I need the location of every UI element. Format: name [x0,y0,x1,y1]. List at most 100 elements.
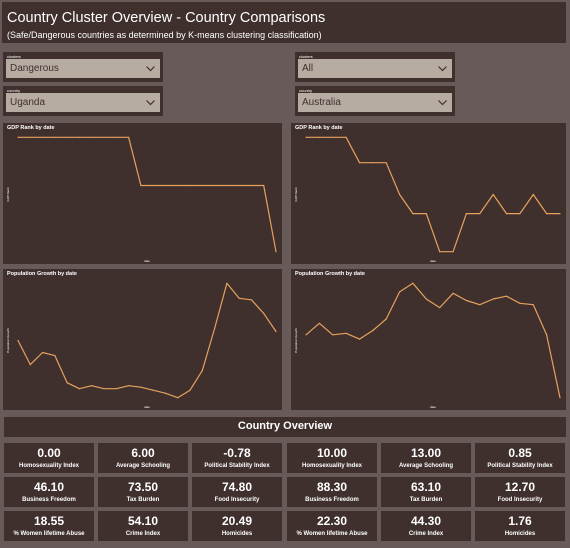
data-point[interactable] [399,291,401,293]
data-point[interactable] [492,298,494,300]
data-point[interactable] [177,184,179,187]
data-point[interactable] [103,136,105,138]
slicer-dropdown[interactable]: Uganda [6,93,160,112]
gdp-rank-chart-left[interactable]: GDP Rank date GDP Rank by date [3,123,282,264]
kpi-card: 12.70 Food Insecurity [475,477,565,507]
data-point[interactable] [263,184,265,187]
data-point[interactable] [226,184,228,187]
data-point[interactable] [66,382,68,384]
data-point[interactable] [385,318,387,320]
left-cluster-slicer[interactable]: clusters Dangerous [3,52,163,82]
slicer-dropdown[interactable]: Dangerous [6,59,160,78]
data-point[interactable] [103,388,105,390]
right-cluster-slicer[interactable]: clusters All [295,52,455,82]
data-point[interactable] [519,302,521,304]
data-point[interactable] [152,184,154,187]
data-point[interactable] [532,304,534,306]
data-point[interactable] [399,193,401,196]
data-point[interactable] [42,351,44,354]
data-point[interactable] [559,213,561,215]
data-point[interactable] [332,136,334,138]
data-point[interactable] [358,338,361,340]
slicer-dropdown[interactable]: All [298,59,452,78]
kpi-value: 6.00 [131,446,155,460]
population-growth-chart-right[interactable]: Population Growth date Population Growth … [291,269,566,410]
data-point[interactable] [372,329,374,332]
data-point[interactable] [479,213,481,215]
data-point[interactable] [91,385,93,387]
data-point[interactable] [546,334,548,336]
data-point[interactable] [492,193,494,196]
data-point[interactable] [465,213,467,215]
data-point[interactable] [425,213,427,215]
data-point[interactable] [546,213,548,215]
data-point[interactable] [412,213,414,215]
data-point[interactable] [164,392,166,394]
data-point[interactable] [17,136,19,138]
data-point[interactable] [128,136,130,138]
data-point[interactable] [17,339,19,342]
data-point[interactable] [305,136,307,138]
kpi-label: % Women lifetime Abuse [296,531,368,537]
data-point[interactable] [201,370,203,372]
data-point[interactable] [250,184,252,187]
gdp-rank-chart-right[interactable]: GDP Rank date GDP Rank by date [291,123,566,264]
data-point[interactable] [54,136,56,138]
data-point[interactable] [78,388,80,390]
data-point[interactable] [54,355,56,357]
data-point[interactable] [465,299,467,302]
data-point[interactable] [358,162,361,164]
data-point[interactable] [29,364,31,366]
data-point[interactable] [559,397,561,399]
data-point[interactable] [505,295,508,297]
data-point[interactable] [214,327,216,330]
data-point[interactable] [318,136,320,138]
data-point[interactable] [519,213,521,215]
data-point[interactable] [439,307,441,309]
kpi-label: % Women lifetime Abuse [13,531,85,537]
data-point[interactable] [214,184,216,187]
data-point[interactable] [66,136,68,138]
data-point[interactable] [372,162,374,164]
data-point[interactable] [250,299,252,301]
data-point[interactable] [29,136,31,138]
data-point[interactable] [91,136,93,138]
data-point[interactable] [238,297,240,299]
data-point[interactable] [238,184,240,187]
data-point[interactable] [275,330,277,333]
data-point[interactable] [439,251,441,253]
data-point[interactable] [318,322,320,324]
data-point[interactable] [78,136,80,138]
data-point[interactable] [505,213,508,215]
population-growth-chart-left[interactable]: Population Growth date Population Growth … [3,269,282,410]
data-point[interactable] [152,389,154,391]
left-country-slicer[interactable]: country Uganda [3,86,163,116]
data-point[interactable] [226,282,228,284]
data-point[interactable] [177,397,179,399]
data-point[interactable] [189,389,191,391]
data-point[interactable] [479,304,481,306]
data-point[interactable] [189,184,191,187]
data-point[interactable] [201,184,203,187]
data-point[interactable] [532,193,534,196]
data-point[interactable] [332,334,334,336]
data-point[interactable] [305,334,307,336]
data-point[interactable] [385,162,387,164]
data-point[interactable] [345,332,347,334]
data-point[interactable] [164,184,166,187]
data-point[interactable] [345,136,347,138]
data-point[interactable] [128,385,130,387]
data-point[interactable] [275,251,277,253]
data-point[interactable] [115,388,117,390]
right-country-slicer[interactable]: country Australia [295,86,455,116]
data-point[interactable] [263,312,265,314]
data-point[interactable] [425,298,427,300]
data-point[interactable] [452,292,454,294]
data-point[interactable] [140,386,142,388]
data-point[interactable] [412,282,414,284]
slicer-dropdown[interactable]: Australia [298,93,452,112]
data-point[interactable] [42,136,44,138]
data-point[interactable] [140,184,142,187]
data-point[interactable] [115,136,117,138]
data-point[interactable] [452,251,454,253]
